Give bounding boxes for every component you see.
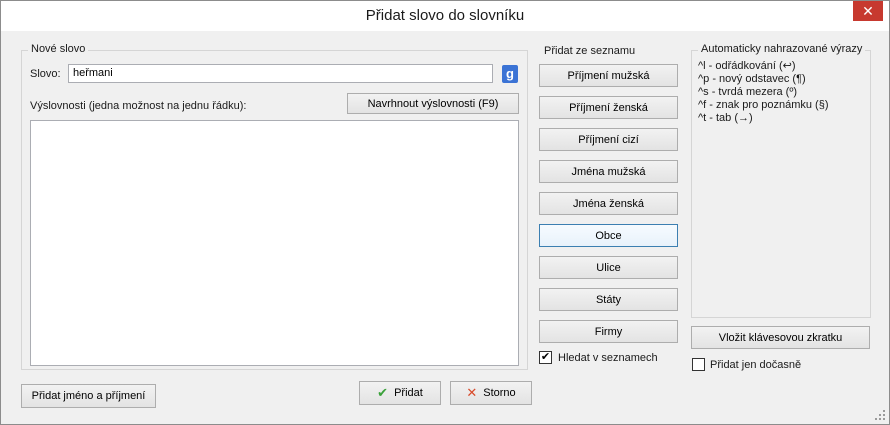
- auto-replace-item: ^t - tab (→): [698, 112, 753, 124]
- auto-replace-item: ^s - tvrdá mezera (º): [698, 86, 798, 98]
- ok-button-label: Přidat: [394, 387, 423, 399]
- list-button-label: Jména mužská: [571, 165, 646, 178]
- google-icon[interactable]: g: [502, 65, 518, 83]
- list-button-label: Příjmení ženská: [569, 101, 648, 114]
- list-button-label: Jména ženská: [573, 197, 644, 210]
- cancel-button-label: Storno: [483, 387, 516, 399]
- list-button-staty[interactable]: Státy: [539, 288, 678, 311]
- auto-replace-item: ^f - znak pro poznámku (§): [698, 99, 829, 111]
- auto-replace-item: ^l - odřádkování (↩): [698, 60, 796, 72]
- list-button-label: Příjmení mužská: [567, 69, 650, 82]
- pronunciations-label: Výslovnosti (jedna možnost na jednu řádk…: [30, 100, 247, 112]
- title-bar: Přidat slovo do slovníku ✕: [1, 1, 889, 31]
- list-button-prijmeni-muzska[interactable]: Příjmení mužská: [539, 64, 678, 87]
- list-button-label: Obce: [595, 229, 622, 242]
- pronunciations-textarea[interactable]: [30, 120, 519, 366]
- add-name-surname-label: Přidat jméno a příjmení: [31, 390, 146, 402]
- ok-button[interactable]: ✔ Přidat: [359, 381, 441, 405]
- suggest-pronunciations-label: Navrhnout výslovnosti (F9): [367, 97, 499, 110]
- new-word-legend: Nové slovo: [28, 43, 89, 55]
- close-icon: ✕: [466, 385, 478, 400]
- list-button-ulice[interactable]: Ulice: [539, 256, 678, 279]
- list-button-label: Státy: [595, 293, 622, 306]
- list-button-label: Firmy: [594, 325, 623, 338]
- list-button-jmena-zenska[interactable]: Jména ženská: [539, 192, 678, 215]
- slovo-label: Slovo:: [30, 68, 61, 80]
- add-name-surname-button[interactable]: Přidat jméno a příjmení: [21, 384, 156, 408]
- cancel-button[interactable]: ✕ Storno: [450, 381, 532, 405]
- search-lists-label: Hledat v seznamech: [558, 352, 658, 364]
- word-input[interactable]: heřmani: [68, 64, 493, 83]
- check-icon: ✔: [377, 385, 389, 400]
- list-button-firmy[interactable]: Firmy: [539, 320, 678, 343]
- temp-add-label: Přidat jen dočasně: [710, 359, 802, 371]
- insert-shortcut-button[interactable]: Vložit klávesovou zkratku: [691, 326, 870, 349]
- suggest-pronunciations-button[interactable]: Navrhnout výslovnosti (F9): [347, 93, 519, 114]
- list-button-prijmeni-cizi[interactable]: Příjmení cizí: [539, 128, 678, 151]
- auto-replace-item: ^p - nový odstavec (¶): [698, 73, 806, 85]
- temp-add-checkbox[interactable]: [692, 358, 705, 371]
- search-lists-checkbox[interactable]: ✔: [539, 351, 552, 364]
- list-button-prijmeni-zenska[interactable]: Příjmení ženská: [539, 96, 678, 119]
- list-button-obce[interactable]: Obce: [539, 224, 678, 247]
- list-button-jmena-muzska[interactable]: Jména mužská: [539, 160, 678, 183]
- resize-grip-icon[interactable]: [874, 409, 886, 421]
- window-title: Přidat slovo do slovníku: [365, 7, 525, 24]
- list-button-label: Příjmení cizí: [578, 133, 639, 146]
- close-button[interactable]: ✕: [853, 1, 883, 21]
- dialog-window: Přidat slovo do slovníku ✕ Nové slovo Sl…: [0, 0, 890, 425]
- auto-replace-legend: Automaticky nahrazované výrazy: [698, 43, 866, 55]
- list-button-label: Ulice: [596, 261, 621, 274]
- insert-shortcut-label: Vložit klávesovou zkratku: [718, 331, 843, 344]
- add-from-list-legend: Přidat ze seznamu: [541, 45, 639, 57]
